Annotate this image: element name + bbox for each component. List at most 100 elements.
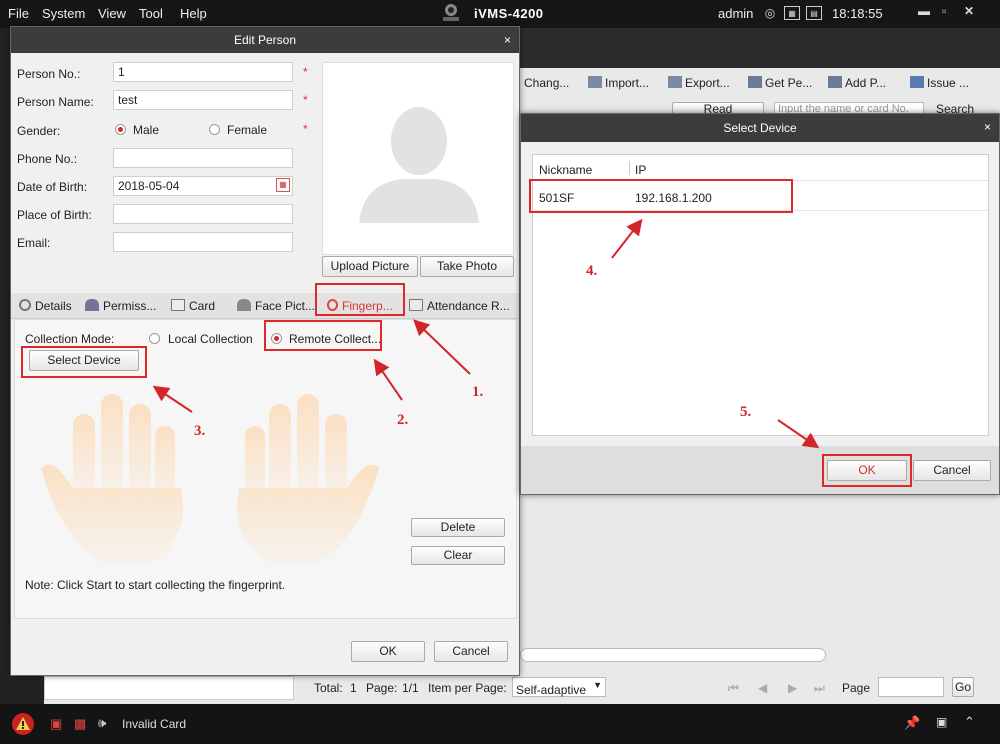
annotation-1: 1.	[472, 384, 484, 400]
male-radio[interactable]	[115, 124, 126, 135]
tab-face-picture-label: Face Pict...	[255, 299, 316, 313]
phone-field[interactable]	[113, 148, 293, 168]
org-panel-bottom	[44, 676, 294, 700]
highlight-remote-collection	[264, 320, 382, 351]
per-page-value: Self-adaptive	[516, 683, 587, 697]
device-list-header: Nickname IP	[533, 155, 988, 181]
expand-up-icon[interactable]: ⌃	[964, 714, 975, 730]
local-collection-radio[interactable]	[149, 333, 160, 344]
import-label: Import...	[605, 76, 650, 90]
speaker-icon[interactable]: 🕪	[98, 715, 106, 731]
menu-bar: File System View Tool Help iVMS-4200 adm…	[0, 0, 1000, 28]
export-label: Export...	[685, 76, 730, 90]
tab-attendance[interactable]: Attendance R...	[409, 299, 510, 313]
alarm-warning-icon[interactable]	[11, 712, 35, 736]
required-marker: *	[303, 65, 308, 79]
first-page-icon[interactable]: ⏮	[728, 681, 739, 696]
person-no-field[interactable]: 1	[113, 62, 293, 82]
next-page-icon[interactable]: ▶	[788, 681, 797, 695]
close-app-icon[interactable]: ✕	[964, 4, 974, 18]
change-button[interactable]: Chang...	[524, 76, 569, 90]
dialog-title: Edit Person	[233, 33, 297, 47]
minimize-icon[interactable]: ▬	[918, 4, 930, 18]
menu-help[interactable]: Help	[180, 6, 207, 21]
pob-label: Place of Birth:	[17, 208, 92, 222]
pob-field[interactable]	[113, 204, 293, 224]
goto-page-label: Page	[842, 681, 871, 695]
calendar-icon[interactable]: ▦	[276, 178, 290, 192]
ok-button[interactable]: OK	[351, 641, 425, 662]
hands-illustration	[41, 394, 379, 563]
chevron-down-icon: ▼	[593, 680, 602, 690]
menu-system[interactable]: System	[42, 6, 85, 21]
person-toolbar: Chang... Import... Export... Get Pe... A…	[518, 72, 1000, 98]
cpu-icon[interactable]: ▦	[784, 6, 800, 20]
issue-label: Issue ...	[927, 76, 970, 90]
gear-icon	[19, 299, 31, 311]
tab-details[interactable]: Details	[19, 299, 72, 313]
alarm-mute-icon[interactable]: ▩	[74, 716, 86, 732]
app-title: iVMS-4200	[474, 6, 544, 21]
total-value: 1	[350, 681, 357, 695]
annotation-4: 4.	[586, 263, 598, 279]
invalid-card-status: Invalid Card	[122, 717, 187, 731]
network-icon[interactable]: ◎	[762, 6, 778, 20]
email-field[interactable]	[113, 232, 293, 252]
tab-face-picture[interactable]: Face Pict...	[237, 299, 315, 313]
camera-logo-icon	[443, 4, 459, 21]
go-button[interactable]: Go	[952, 677, 974, 697]
cancel-button[interactable]: Cancel	[434, 641, 508, 662]
menu-tool[interactable]: Tool	[139, 6, 163, 21]
issue-button[interactable]: Issue ...	[910, 76, 969, 90]
column-divider	[629, 161, 630, 175]
export-button[interactable]: Export...	[668, 76, 730, 90]
restore-icon[interactable]: ▣	[936, 715, 947, 729]
horizontal-scrollbar[interactable]	[520, 648, 826, 662]
per-page-select[interactable]: Self-adaptive ▼	[512, 677, 606, 697]
goto-page-input[interactable]	[878, 677, 944, 697]
highlight-select-device	[21, 346, 147, 378]
import-button[interactable]: Import...	[588, 76, 649, 90]
ram-icon[interactable]: ▤	[806, 6, 822, 20]
maximize-icon[interactable]: ▫	[942, 4, 946, 18]
local-collection-label: Local Collection	[168, 332, 253, 346]
take-photo-button[interactable]: Take Photo	[420, 256, 514, 277]
cancel-button[interactable]: Cancel	[913, 460, 991, 481]
get-person-button[interactable]: Get Pe...	[748, 76, 812, 90]
upload-picture-button[interactable]: Upload Picture	[322, 256, 418, 277]
pagination-bar: Total: 1 Page: 1/1 Item per Page: Self-a…	[298, 676, 1000, 700]
close-icon[interactable]: ×	[504, 27, 511, 53]
add-person-icon	[828, 76, 842, 88]
tab-attendance-label: Attendance R...	[427, 299, 510, 313]
close-icon[interactable]: ×	[984, 114, 991, 140]
female-radio[interactable]	[209, 124, 220, 135]
column-ip: IP	[635, 163, 647, 177]
pin-icon[interactable]: 📌	[904, 715, 920, 731]
last-page-icon[interactable]: ⏭	[814, 681, 825, 696]
person-name-field[interactable]: test	[113, 90, 293, 110]
user-name: admin	[718, 6, 754, 21]
annotation-5: 5.	[740, 404, 752, 420]
person-no-label: Person No.:	[17, 67, 81, 81]
tab-permission[interactable]: Permiss...	[85, 299, 156, 313]
menu-file[interactable]: File	[8, 6, 29, 21]
annotation-3: 3.	[194, 423, 206, 439]
select-device-title: Select Device	[723, 121, 797, 135]
fingerprint-note: Note: Click Start to start collecting th…	[25, 578, 286, 592]
delete-button[interactable]: Delete	[411, 518, 505, 537]
total-label: Total:	[314, 681, 343, 695]
menu-view[interactable]: View	[98, 6, 126, 21]
card-icon	[171, 299, 185, 311]
get-person-icon	[748, 76, 762, 88]
clear-button[interactable]: Clear	[411, 546, 505, 565]
tab-card[interactable]: Card	[171, 299, 215, 313]
annotation-2: 2.	[397, 412, 409, 428]
dob-field[interactable]: 2018-05-04 ▦	[113, 176, 293, 196]
alarm-list-icon[interactable]: ▣	[50, 716, 62, 732]
prev-page-icon[interactable]: ◀	[758, 681, 767, 695]
attendance-icon	[409, 299, 423, 311]
per-page-label: Item per Page:	[428, 681, 507, 695]
male-label: Male	[133, 123, 160, 137]
add-person-button[interactable]: Add P...	[828, 76, 886, 90]
required-marker: *	[303, 122, 308, 136]
